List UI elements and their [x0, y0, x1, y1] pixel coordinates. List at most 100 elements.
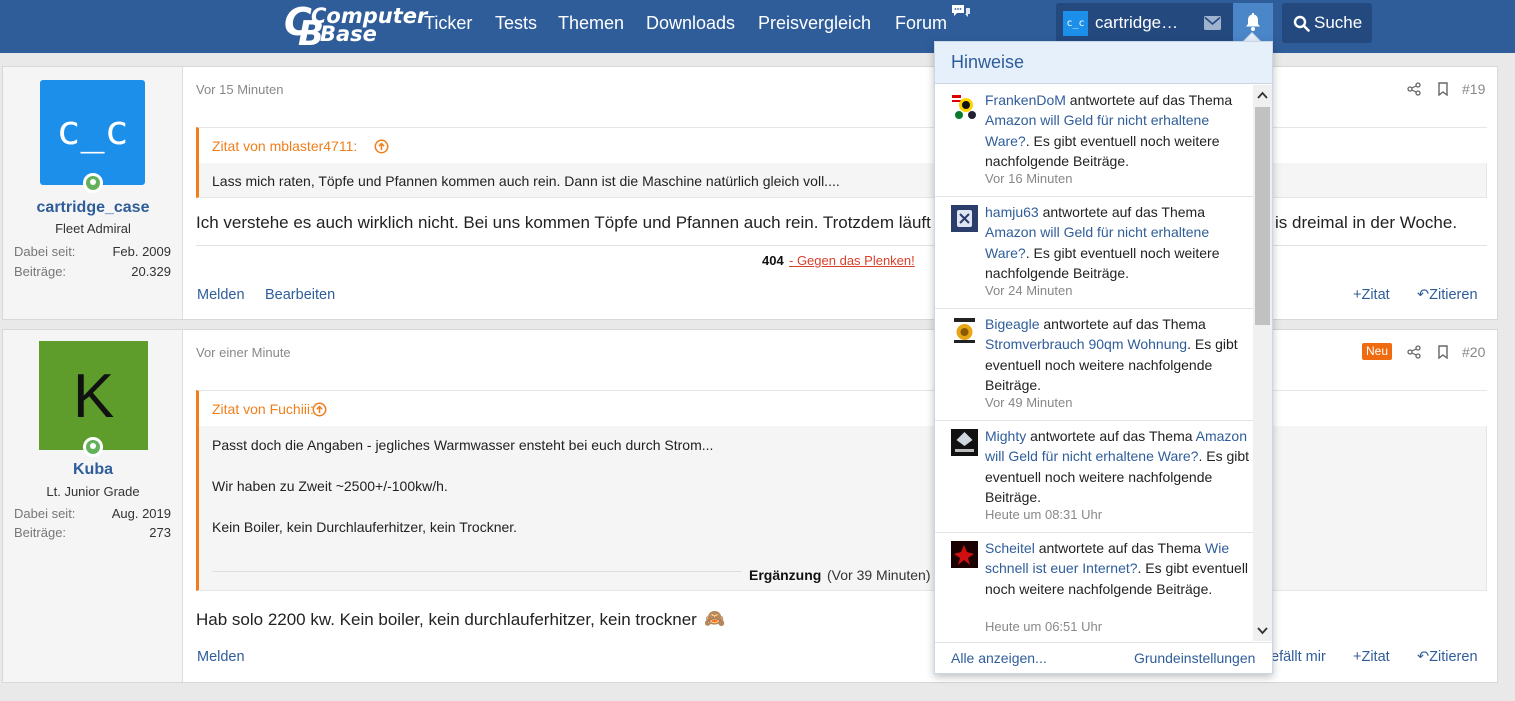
edit-link[interactable]: Bearbeiten: [265, 287, 335, 303]
site-logo[interactable]: C Computer B Base: [284, 0, 427, 54]
quote-text-line: Wir haben zu Zweit ~2500+/-100kw/h.: [212, 478, 448, 494]
nav-item-forum[interactable]: Forum: [895, 0, 947, 46]
post-count-value: 273: [149, 525, 171, 540]
forum-post: K Kuba Lt. Junior Grade Dabei seit: Aug.…: [2, 329, 1498, 683]
joined-label: Dabei seit:: [14, 244, 76, 259]
post-author-sidebar: K Kuba Lt. Junior Grade Dabei seit: Aug.…: [3, 330, 183, 682]
popup-header: Hinweise: [935, 42, 1272, 84]
author-name[interactable]: Kuba: [3, 461, 183, 479]
quote-author[interactable]: Zitat von mblaster4711:: [212, 138, 358, 154]
like-link[interactable]: efällt mir: [1271, 649, 1326, 665]
notification-thread-link[interactable]: Stromverbrauch 90qm Wohnung: [985, 336, 1187, 352]
post-author-sidebar: c_c cartridge_case Fleet Admiral Dabei s…: [3, 67, 183, 319]
envelope-icon: [1204, 16, 1221, 30]
post-number[interactable]: #19: [1462, 81, 1485, 97]
supplement-time: (Vor 39 Minuten): [827, 567, 931, 583]
post-number[interactable]: #20: [1462, 344, 1485, 360]
new-badge: Neu: [1362, 343, 1393, 360]
notification-item[interactable]: FrankenDoM antwortete auf das Thema Amaz…: [935, 85, 1253, 197]
quote-text-line: Passt doch die Angaben - jegliches Warmw…: [212, 437, 714, 453]
joined-label: Dabei seit:: [14, 506, 76, 521]
author-name[interactable]: cartridge_case: [3, 199, 183, 217]
chevron-up-icon[interactable]: [1257, 91, 1268, 99]
bookmark-icon[interactable]: [1436, 345, 1450, 359]
joined-value: Feb. 2009: [112, 244, 171, 259]
top-navigation-bar: C Computer B Base Ticker Tests Themen Down…: [0, 0, 1515, 54]
user-menu-button[interactable]: c_c cartridge…: [1056, 3, 1192, 43]
notification-item[interactable]: Mighty antwortete auf das Thema Amazon w…: [935, 421, 1253, 533]
search-button[interactable]: Suche: [1282, 3, 1372, 43]
post-count-value: 20.329: [131, 264, 171, 279]
quote-text-line: Kein Boiler, kein Durchlauferhitzer, kei…: [212, 519, 518, 535]
show-all-link[interactable]: Alle anzeigen...: [951, 650, 1047, 666]
monkey-emoji-icon: 🙈: [704, 609, 726, 628]
reply-quote-button[interactable]: ↶Zitieren: [1417, 649, 1478, 665]
reply-quote-button[interactable]: ↶Zitieren: [1417, 287, 1478, 303]
online-status-icon: [83, 173, 103, 193]
signature-divider: [196, 245, 1487, 246]
multi-quote-button[interactable]: +Zitat: [1353, 287, 1390, 303]
inbox-button[interactable]: [1192, 3, 1233, 43]
chat-bubbles-icon: [952, 5, 970, 17]
notification-user-link[interactable]: Bigeagle: [985, 316, 1040, 332]
chevron-down-icon[interactable]: [1257, 627, 1268, 635]
bookmark-icon[interactable]: [1436, 82, 1450, 96]
notification-item[interactable]: hamju63 antwortete auf das Thema Amazon …: [935, 197, 1253, 309]
signature-link[interactable]: - Gegen das Plenken!: [789, 253, 915, 268]
nav-item-themen[interactable]: Themen: [558, 0, 624, 46]
user-avatar-mighty: [951, 429, 978, 456]
notification-user-link[interactable]: Mighty: [985, 428, 1026, 444]
scrollbar-thumb[interactable]: [1255, 107, 1270, 325]
nav-item-preisvergleich[interactable]: Preisvergleich: [758, 0, 871, 46]
quote-text: Lass mich raten, Töpfe und Pfannen komme…: [212, 173, 840, 189]
post-body-text-end: is dreimal in der Woche.: [1275, 213, 1458, 232]
user-name: cartridge…: [1095, 13, 1179, 32]
joined-value: Aug. 2019: [111, 506, 171, 521]
report-link[interactable]: Melden: [197, 649, 245, 665]
author-avatar[interactable]: c_c: [40, 80, 145, 185]
post-timestamp[interactable]: Vor einer Minute: [196, 345, 291, 360]
notification-time: Heute um 08:31 Uhr: [985, 507, 1103, 522]
reply-arrow-icon: ↶: [1417, 649, 1430, 665]
notifications-popup: Hinweise FrankenDoM antwortete auf das T…: [934, 41, 1273, 674]
post-count-label: Beiträge:: [14, 264, 67, 279]
search-label: Suche: [1314, 13, 1363, 32]
popup-footer: Alle anzeigen... Grundeinstellungen: [935, 642, 1272, 674]
author-title: Lt. Junior Grade: [46, 484, 140, 499]
notification-time: Vor 24 Minuten: [985, 283, 1073, 298]
notification-item[interactable]: Bigeagle antwortete auf das Thema Stromv…: [935, 309, 1253, 421]
share-icon[interactable]: [1407, 345, 1421, 359]
author-avatar[interactable]: K: [39, 341, 148, 450]
post-timestamp[interactable]: Vor 15 Minuten: [196, 82, 283, 97]
post-body-text: Hab solo 2200 kw. Kein boiler, kein durc…: [196, 610, 697, 629]
notification-time: Vor 16 Minuten: [985, 171, 1073, 186]
search-icon: [1293, 15, 1310, 32]
notification-user-link[interactable]: hamju63: [985, 204, 1039, 220]
post-body-text: Ich verstehe es auch wirklich nicht. Bei…: [196, 213, 949, 232]
nav-item-tests[interactable]: Tests: [495, 0, 537, 46]
quote-block: Zitat von mblaster4711: Lass mich raten,…: [196, 127, 1487, 198]
share-icon[interactable]: [1407, 82, 1421, 96]
nav-item-downloads[interactable]: Downloads: [646, 0, 735, 46]
online-status-icon: [83, 437, 103, 457]
arrow-up-circle-icon[interactable]: [374, 139, 389, 154]
signature-bold: 404: [762, 253, 784, 268]
popup-title: Hinweise: [951, 52, 1025, 72]
bell-icon: [1246, 13, 1260, 31]
supplement-label: Ergänzung: [749, 567, 822, 583]
quote-block: Zitat von Fuchiii: Passt doch die Angabe…: [196, 390, 1487, 591]
quote-author[interactable]: Zitat von Fuchiii:: [212, 401, 314, 417]
multi-quote-button[interactable]: +Zitat: [1353, 649, 1390, 665]
report-link[interactable]: Melden: [197, 287, 245, 303]
forum-post: c_c cartridge_case Fleet Admiral Dabei s…: [2, 66, 1498, 320]
user-avatar-bigeagle: [951, 317, 978, 344]
notification-item[interactable]: Scheitel antwortete auf das Thema Wie sc…: [935, 533, 1253, 641]
arrow-up-circle-icon[interactable]: [312, 402, 327, 417]
notification-user-link[interactable]: FrankenDoM: [985, 92, 1066, 108]
preferences-link[interactable]: Grundeinstellungen: [1134, 650, 1255, 666]
user-avatar: c_c: [1063, 11, 1088, 36]
nav-item-ticker[interactable]: Ticker: [424, 0, 472, 46]
notification-scrollbar[interactable]: [1253, 85, 1272, 641]
user-avatar-scheitel: [951, 541, 978, 568]
notification-user-link[interactable]: Scheitel: [985, 540, 1035, 556]
